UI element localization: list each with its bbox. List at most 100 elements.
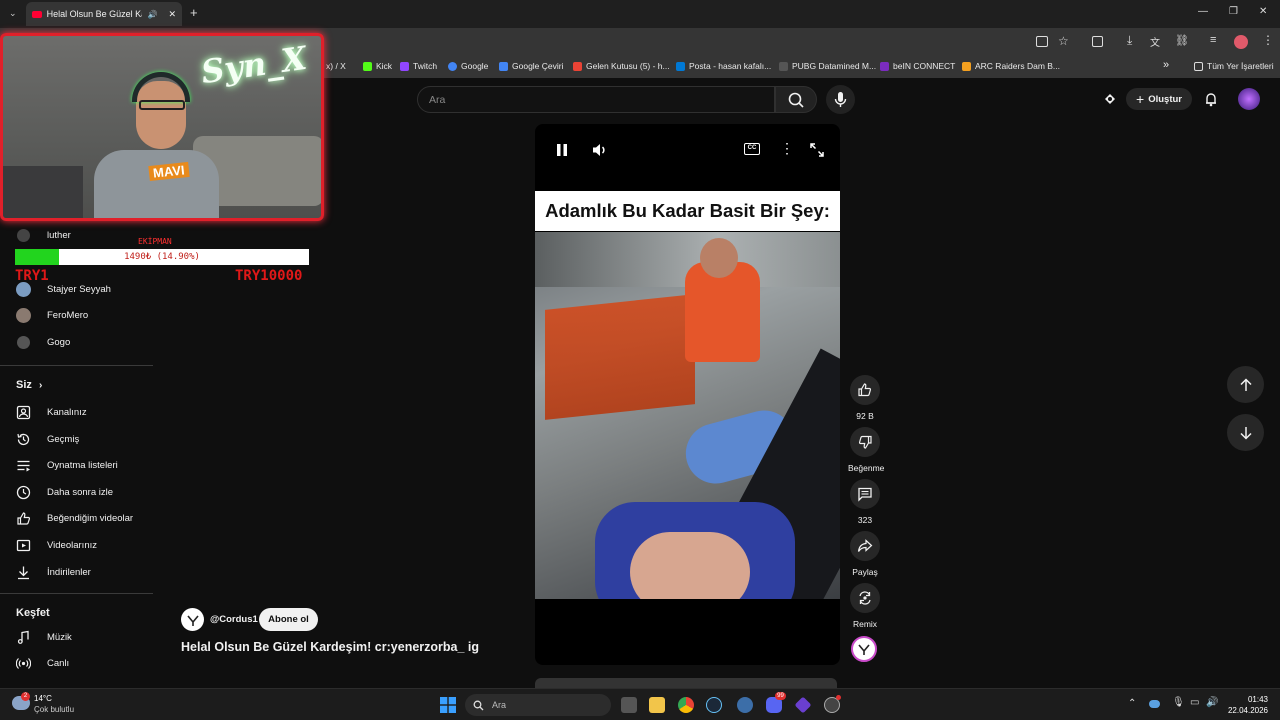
bookmarks-more-button[interactable]: » (1163, 59, 1169, 71)
sidebar-item-your-videos[interactable]: Videolarınız (16, 535, 97, 555)
subscription-item[interactable]: FeroMero (16, 305, 88, 325)
sidebar-item-history[interactable]: Geçmiş (16, 429, 79, 449)
link-icon[interactable]: ⛓ (1175, 34, 1189, 47)
next-video-button[interactable] (1227, 414, 1264, 451)
bookmark-item[interactable]: PUBG Datamined M... (779, 61, 876, 71)
steam-icon[interactable] (706, 697, 722, 713)
share-label: Paylaş (852, 567, 878, 577)
tab-list-icon[interactable]: ⌄ (9, 8, 17, 19)
media-control-icon[interactable]: ≡ (1210, 34, 1216, 46)
live-icon (16, 656, 31, 671)
install-app-icon[interactable] (1036, 36, 1048, 47)
tray-chevron-icon[interactable]: ⌃ (1128, 698, 1136, 709)
logo-mark-icon (858, 644, 870, 655)
menu-kebab-icon[interactable]: ⋮ (1262, 33, 1274, 47)
bookmark-item[interactable]: Kick (363, 61, 392, 71)
bookmark-item[interactable]: Google Çeviri (499, 61, 564, 71)
mic-icon (834, 92, 847, 107)
sidebar-item-watch-later[interactable]: Daha sonra izle (16, 482, 113, 502)
network-icon[interactable]: ▭ (1190, 697, 1199, 708)
video-caption-text: Adamlık Bu Kadar Basit Bir Şey: (535, 191, 840, 231)
restore-button[interactable]: ❐ (1229, 6, 1238, 17)
remix-button[interactable]: Remix (848, 583, 882, 629)
captions-icon[interactable]: CC (744, 143, 760, 155)
dislike-button[interactable]: Beğenme (848, 427, 884, 473)
speaker-icon[interactable]: 🔊 (147, 10, 157, 19)
taskbar-search-input[interactable]: Ara (465, 694, 611, 716)
browser-tab[interactable]: Helal Olsun Be Güzel Karde 🔊 ✕ (26, 2, 182, 26)
close-window-button[interactable]: ✕ (1259, 6, 1267, 17)
next-video-preview[interactable] (535, 678, 837, 688)
volume-icon[interactable] (591, 142, 609, 158)
cashier-head (700, 238, 738, 278)
chrome-icon[interactable] (678, 697, 694, 713)
volume-icon[interactable]: 🔊 (1206, 697, 1218, 708)
app-icon[interactable] (737, 697, 753, 713)
search-button[interactable] (775, 86, 817, 113)
studio-icon[interactable] (1102, 91, 1118, 107)
windows-start-icon[interactable] (440, 697, 456, 713)
logo-mark-icon (186, 614, 199, 626)
create-button[interactable]: + Oluştur (1126, 88, 1192, 110)
shorts-player[interactable]: CC ⋮ Adamlık Bu Kadar Basit Bir Şey: (535, 124, 840, 665)
you-section-header[interactable]: Siz › (16, 379, 42, 391)
comments-button[interactable]: 323 (848, 479, 882, 525)
clock-date[interactable]: 22.04.2026 (1218, 706, 1268, 715)
sidebar-item-live[interactable]: Canlı (16, 653, 69, 673)
mic-icon[interactable]: 🎙 (1172, 697, 1185, 708)
bookmark-item[interactable]: beIN CONNECT (880, 61, 955, 71)
channel-name[interactable]: @Cordus1 (210, 614, 258, 625)
sidebar-item-music[interactable]: Müzik (16, 627, 72, 647)
profile-avatar[interactable] (1234, 35, 1248, 49)
explore-section-header: Keşfet (16, 607, 50, 619)
weather-description: Çok bulutlu (34, 705, 75, 714)
fullscreen-icon[interactable] (809, 142, 825, 158)
bookmark-item[interactable]: ARC Raiders Dam B... (962, 61, 1060, 71)
subscription-item[interactable]: Gogo (16, 332, 70, 352)
all-bookmarks-button[interactable]: Tüm Yer İşaretleri (1194, 61, 1274, 71)
file-explorer-icon[interactable] (649, 697, 665, 713)
subscription-item[interactable]: luther (16, 225, 71, 245)
bookmark-item[interactable]: Posta - hasan kafalı... (676, 61, 771, 71)
channel-avatar[interactable] (181, 608, 204, 631)
like-button[interactable]: 92 B (848, 375, 882, 421)
sidebar-item-channel[interactable]: Kanalınız (16, 402, 87, 422)
person-shirt (94, 150, 219, 218)
share-button[interactable]: Paylaş (848, 531, 882, 577)
sound-source-avatar[interactable] (851, 636, 877, 662)
like-icon (16, 511, 31, 526)
translate-icon[interactable]: 文 (1150, 34, 1160, 49)
previous-video-button[interactable] (1227, 366, 1264, 403)
bookmark-item[interactable]: Google (448, 61, 488, 71)
onedrive-icon[interactable] (1149, 700, 1160, 708)
donation-min-label: TRY1 (15, 268, 49, 284)
extensions-icon[interactable] (1092, 36, 1103, 47)
gmail-icon (573, 61, 582, 71)
donation-goal-label: EKİPMAN (138, 237, 172, 246)
bookmark-x[interactable]: x) / X (326, 61, 346, 71)
bookmark-star-icon[interactable]: ☆ (1058, 34, 1069, 48)
new-tab-button[interactable]: + (190, 5, 198, 20)
sidebar-item-playlists[interactable]: Oynatma listeleri (16, 455, 118, 475)
notifications-icon[interactable] (1203, 91, 1219, 107)
pause-icon[interactable] (554, 142, 570, 158)
clock-time[interactable]: 01:43 (1228, 695, 1268, 704)
sidebar-item-downloads[interactable]: İndirilenler (16, 562, 91, 582)
tab-close-icon[interactable]: ✕ (168, 9, 176, 20)
sidebar-item-liked-videos[interactable]: Beğendiğim videolar (16, 508, 133, 528)
app-icon[interactable] (794, 696, 812, 714)
folder-icon (1194, 61, 1203, 71)
task-view-icon[interactable] (621, 697, 637, 713)
subscribe-button[interactable]: Abone ol (259, 608, 318, 631)
minimize-button[interactable]: — (1198, 6, 1208, 17)
voice-search-button[interactable] (826, 85, 855, 114)
account-avatar[interactable] (1238, 88, 1260, 110)
bookmark-item[interactable]: Gelen Kutusu (5) - h... (573, 61, 670, 71)
bookmark-item[interactable]: Twitch (400, 61, 437, 71)
chevron-right-icon: › (38, 380, 43, 391)
channel-icon (16, 405, 31, 420)
more-options-icon[interactable]: ⋮ (780, 140, 794, 157)
download-icon[interactable]: ⤓ (1127, 33, 1132, 48)
headphones-shape (132, 72, 190, 102)
search-input[interactable]: Ara (417, 86, 775, 113)
